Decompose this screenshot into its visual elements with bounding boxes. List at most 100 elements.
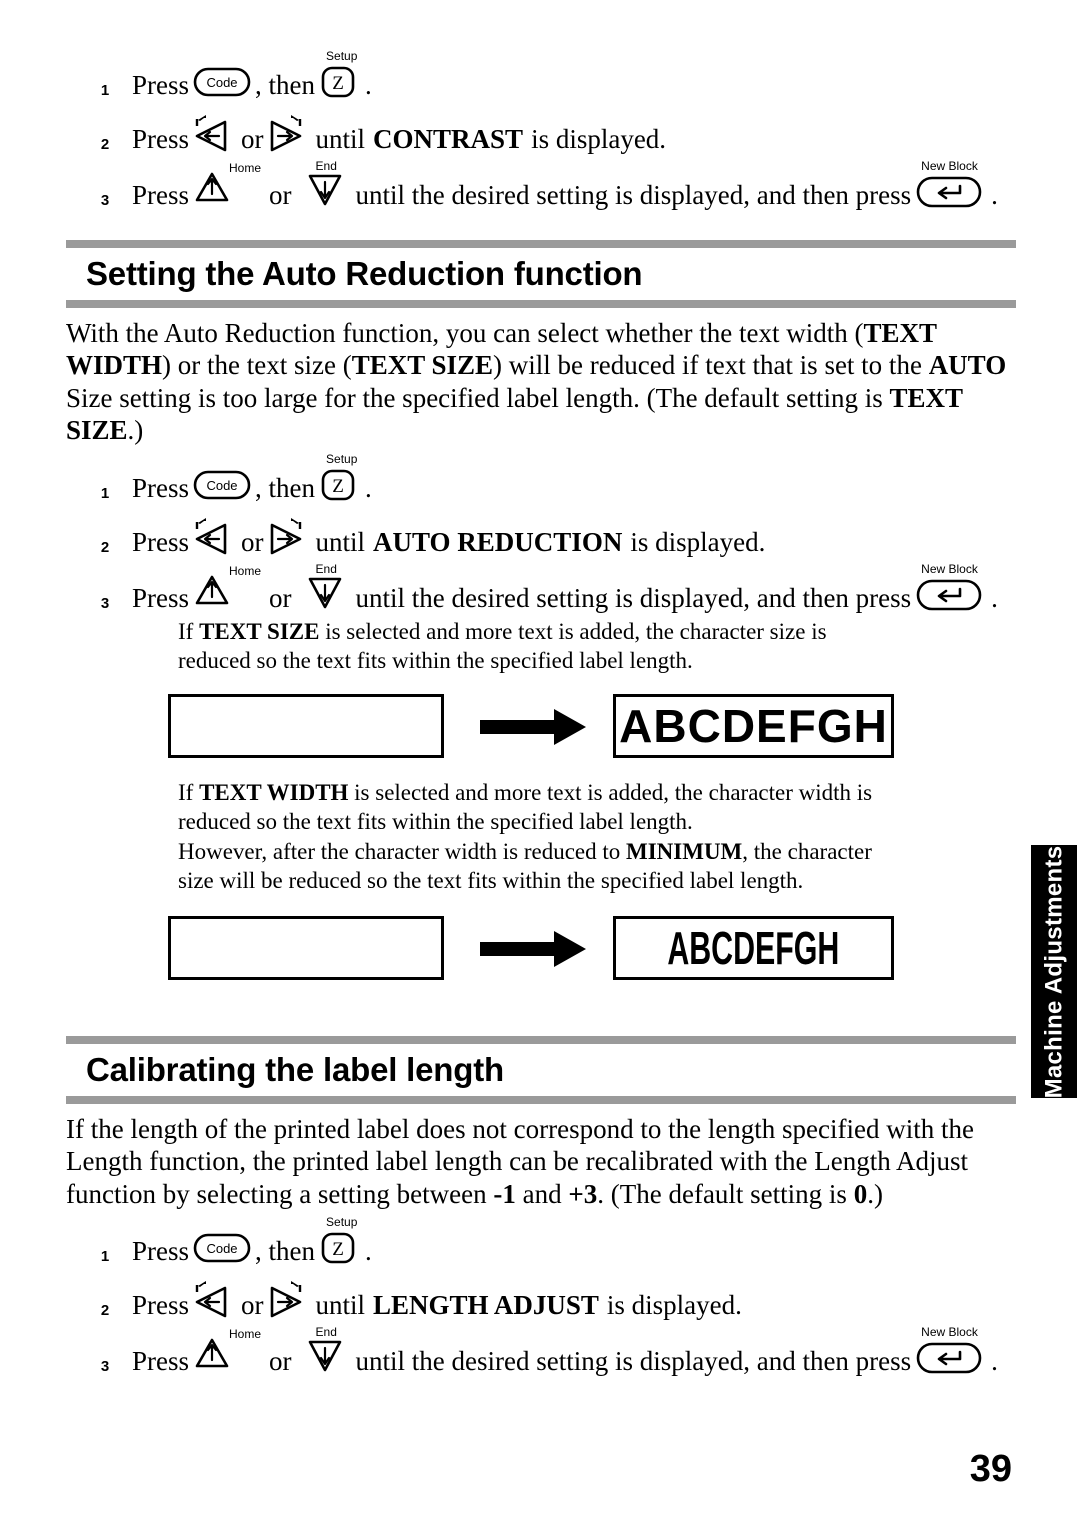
- step-row: 3 Press Home or End until the desired se…: [88, 1326, 1028, 1376]
- svg-text:Z: Z: [332, 73, 344, 94]
- para-text: ) or the text size (: [162, 350, 352, 381]
- label-before-text: ABCDEFGH: [172, 925, 441, 971]
- right-arrow-icon: [480, 929, 590, 974]
- contrast-steps: 1 Press Code , then Setup Z . 2 Press or…: [88, 50, 1028, 214]
- para-bold: TEXT SIZE: [351, 350, 494, 381]
- setting-name: LENGTH ADJUST: [373, 1289, 599, 1320]
- enter-key-cap-label: New Block: [921, 1325, 978, 1339]
- heading-rule-top: [66, 1036, 1016, 1044]
- para-bold: SIZE: [66, 415, 128, 446]
- code-key[interactable]: Code: [193, 1232, 251, 1266]
- step-row: 1 Press Code , then Setup Z .: [88, 1215, 1028, 1266]
- step-press-label: Press: [132, 123, 190, 154]
- step-tail-label: is displayed.: [606, 1289, 742, 1320]
- heading-text: Calibrating the label length: [86, 1051, 504, 1088]
- code-key[interactable]: Code: [193, 469, 251, 503]
- enter-new-block-key[interactable]: New Block: [915, 563, 987, 613]
- para-text: ) will be reduced if text that is set to…: [493, 350, 929, 381]
- enter-new-block-key[interactable]: New Block: [915, 1326, 987, 1376]
- note-text: size will be reduced so the text fits wi…: [178, 868, 804, 894]
- up-home-key[interactable]: Home: [193, 563, 261, 613]
- para-text: function by selecting a setting between: [66, 1178, 494, 1209]
- label-before-box: ABCDEFGH: [168, 694, 444, 758]
- right-arrow-key[interactable]: [268, 110, 312, 154]
- section-heading-calibrating: Calibrating the label length: [66, 1036, 1016, 1104]
- right-arrow-key[interactable]: [268, 513, 312, 557]
- down-end-key[interactable]: End: [306, 160, 352, 210]
- svg-text:Code: Code: [206, 1241, 237, 1256]
- down-end-key[interactable]: End: [306, 1326, 352, 1376]
- para-bold: 0: [853, 1178, 868, 1209]
- step-end-period: .: [991, 582, 998, 613]
- label-after-box: ABCDEFGH: [613, 916, 894, 980]
- side-tab-label: Machine Adjustments: [1040, 845, 1068, 1098]
- right-arrow-icon: [480, 707, 590, 752]
- step-row: 2 Press or: [88, 511, 1028, 557]
- para-bold: AUTO: [928, 350, 1007, 381]
- setting-name: CONTRAST: [373, 123, 524, 154]
- para-bold: WIDTH: [66, 350, 163, 381]
- para-text: Size setting is too large for the specif…: [66, 382, 890, 413]
- step-or-label: or: [269, 582, 292, 613]
- note-text: reduced so the text fits within the spec…: [178, 809, 693, 835]
- step-number: 1: [100, 485, 110, 502]
- step-press-label: Press: [132, 179, 190, 210]
- enter-new-block-key[interactable]: New Block: [915, 160, 987, 210]
- note-text: However, after the character width is re…: [178, 838, 627, 864]
- note-bold: MINIMUM: [626, 838, 743, 864]
- step-until-label: until: [315, 526, 366, 557]
- note-text: reduced so the text fits within the spec…: [178, 648, 693, 674]
- para-bold: +3: [568, 1178, 598, 1209]
- heading-rule-top: [66, 240, 1016, 248]
- step-end-period: .: [365, 69, 372, 100]
- step-end-period: .: [365, 472, 372, 503]
- para-text: .): [127, 415, 144, 446]
- step-or-label: or: [241, 123, 264, 154]
- para-bold: TEXT: [863, 318, 937, 348]
- step-row: 2 Press or: [88, 108, 1028, 154]
- heading-rule-bottom: [66, 1095, 1016, 1104]
- step-number: 3: [100, 1358, 110, 1375]
- z-setup-key[interactable]: Setup Z: [319, 453, 361, 503]
- svg-text:Z: Z: [332, 476, 344, 497]
- up-home-key[interactable]: Home: [193, 160, 261, 210]
- calibrating-paragraph: If the length of the printed label does …: [66, 1113, 1026, 1210]
- para-text: and: [515, 1178, 569, 1209]
- step-number: 1: [100, 1248, 110, 1265]
- step-press-label: Press: [132, 472, 190, 503]
- note-text-size: If TEXT SIZE is selected and more text i…: [178, 617, 978, 676]
- step-or-label: or: [241, 526, 264, 557]
- para-text: If the length of the printed label does …: [66, 1114, 974, 1144]
- manual-page: 1 Press Code , then Setup Z . 2 Press or…: [0, 0, 1080, 1534]
- step-row: 3 Press Home or End until the desired se…: [88, 160, 1028, 210]
- auto-reduction-steps: 1 Press Code , then Setup Z . 2 Press or…: [88, 453, 1028, 617]
- svg-text:Code: Code: [206, 75, 237, 90]
- setting-name: AUTO REDUCTION: [373, 526, 623, 557]
- auto-reduction-paragraph: With the Auto Reduction function, you ca…: [66, 317, 1026, 447]
- up-home-key[interactable]: Home: [193, 1326, 261, 1376]
- section-side-tab: Machine Adjustments: [1031, 845, 1077, 1098]
- label-after-text: ABCDEFGH: [619, 700, 888, 752]
- z-setup-key[interactable]: Setup Z: [319, 1215, 361, 1266]
- left-arrow-key[interactable]: [193, 1276, 237, 1320]
- step-tail-label: is displayed.: [630, 526, 766, 557]
- para-bold: TEXT: [889, 382, 964, 413]
- step-number: 2: [100, 136, 110, 153]
- heading-text: Setting the Auto Reduction function: [86, 255, 643, 292]
- left-arrow-key[interactable]: [193, 513, 237, 557]
- code-key[interactable]: Code: [193, 66, 251, 100]
- step-press-label: Press: [132, 1289, 190, 1320]
- down-end-key[interactable]: End: [306, 563, 352, 613]
- z-setup-key[interactable]: Setup Z: [319, 50, 361, 100]
- step-press-label: Press: [132, 582, 190, 613]
- step-instruction-label: until the desired setting is displayed, …: [355, 1345, 912, 1376]
- step-tail-label: is displayed.: [531, 123, 667, 154]
- step-instruction-label: until the desired setting is displayed, …: [355, 582, 912, 613]
- right-arrow-key[interactable]: [268, 1276, 312, 1320]
- left-arrow-key[interactable]: [193, 110, 237, 154]
- step-press-label: Press: [132, 69, 190, 100]
- step-number: 1: [100, 82, 110, 99]
- note-bold: TEXT WIDTH: [199, 780, 349, 805]
- step-number: 2: [100, 1302, 110, 1319]
- z-key-cap-label: Setup: [326, 1215, 358, 1229]
